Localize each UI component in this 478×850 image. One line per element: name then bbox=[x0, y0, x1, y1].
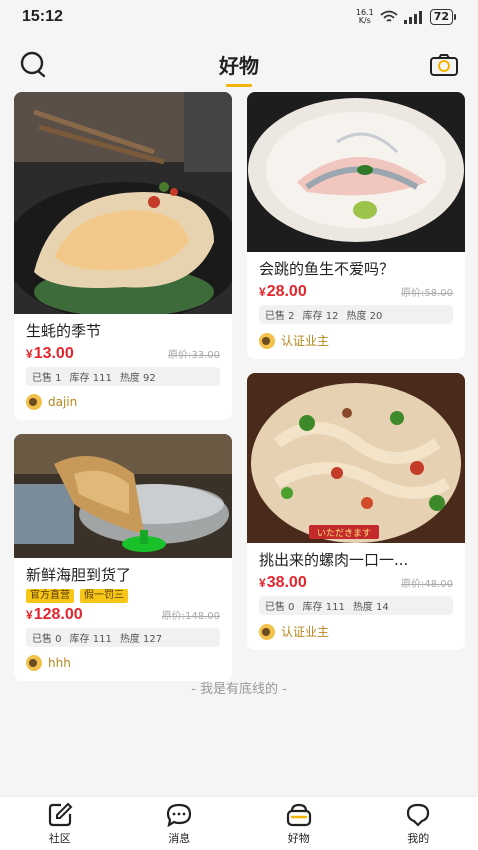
avatar bbox=[259, 623, 275, 640]
author[interactable]: 认证业主 bbox=[259, 332, 453, 349]
nav-label: 社区 bbox=[48, 831, 71, 845]
image-caption: いただきます bbox=[317, 528, 371, 539]
nav-community[interactable]: 社区 bbox=[20, 802, 100, 846]
nav-label: 消息 bbox=[168, 831, 191, 845]
product-stats: 已售 1 库存 111 热度 92 bbox=[26, 367, 220, 386]
product-title: 挑出来的螺肉一口一... bbox=[259, 551, 409, 569]
status-indicators: 16.1 K/s 72 bbox=[356, 9, 456, 25]
tag-official: 官方直营 bbox=[26, 589, 74, 603]
sold-count: 已售 0 bbox=[265, 602, 295, 613]
product-price: ¥28.00 bbox=[259, 283, 307, 300]
product-stats: 已售 2 库存 12 热度 20 bbox=[259, 305, 453, 324]
battery-icon: 72 bbox=[429, 9, 456, 25]
signal-icon bbox=[403, 10, 422, 24]
product-tags: 官方直营 假一罚三 bbox=[26, 589, 220, 603]
net-speed-unit: K/s bbox=[358, 16, 371, 25]
net-speed: 16.1 K/s bbox=[356, 9, 374, 25]
edit-icon bbox=[48, 802, 73, 826]
nav-messages[interactable]: 消息 bbox=[139, 802, 219, 846]
wifi-icon bbox=[380, 10, 398, 22]
original-price: 原价:148.00 bbox=[161, 611, 220, 622]
stock-count: 库存 12 bbox=[302, 311, 339, 322]
end-of-list-text: - 我是有底线的 - bbox=[191, 682, 287, 697]
stock-count: 库存 111 bbox=[69, 373, 112, 384]
basket-icon bbox=[286, 803, 311, 826]
author-name: hhh bbox=[48, 656, 71, 670]
product-price: ¥13.00 bbox=[26, 345, 74, 362]
product-price: ¥128.00 bbox=[26, 606, 83, 623]
author-name: 认证业主 bbox=[281, 334, 330, 348]
feed-column-right: 会跳的鱼生不爱吗？ ¥28.00 原价:58.00 已售 2 库存 12 热度 … bbox=[247, 92, 465, 664]
product-card[interactable]: 新鲜海胆到货了 官方直营 假一罚三 ¥128.00 原价:148.00 已售 0… bbox=[14, 434, 232, 681]
product-stats: 已售 0 库存 111 热度 14 bbox=[259, 596, 453, 615]
product-image-sashimi bbox=[247, 92, 465, 252]
product-title: 会跳的鱼生不爱吗？ bbox=[259, 260, 395, 278]
message-icon bbox=[167, 803, 192, 827]
status-bar: 15:12 16.1 K/s 72 bbox=[0, 0, 478, 34]
original-price: 原价:58.00 bbox=[401, 288, 453, 299]
product-card[interactable]: 会跳的鱼生不爱吗？ ¥28.00 原价:58.00 已售 2 库存 12 热度 … bbox=[247, 92, 465, 359]
nav-goods[interactable]: 好物 bbox=[259, 802, 339, 846]
product-image-sea-urchin bbox=[14, 434, 232, 558]
sold-count: 已售 0 bbox=[32, 634, 62, 645]
page-title: 好物 bbox=[219, 50, 259, 79]
avatar bbox=[26, 655, 42, 671]
author[interactable]: dajin bbox=[26, 394, 220, 410]
heat-count: 热度 20 bbox=[346, 311, 383, 322]
product-card[interactable]: いただきます 挑出来的螺肉一口一... ¥38.00 原价:48.00 已售 0… bbox=[247, 373, 465, 650]
nav-label: 我的 bbox=[407, 831, 430, 845]
nav-profile[interactable]: 我的 bbox=[378, 802, 458, 846]
bottom-nav: 社区 消息 好物 我的 bbox=[0, 796, 478, 850]
original-price: 原价:48.00 bbox=[401, 579, 453, 590]
author[interactable]: hhh bbox=[26, 655, 220, 671]
product-image-oyster bbox=[14, 92, 232, 314]
header: 好物 bbox=[0, 40, 478, 88]
avatar bbox=[259, 332, 275, 349]
battery-level: 72 bbox=[429, 9, 453, 25]
product-stats: 已售 0 库存 111 热度 127 bbox=[26, 628, 220, 647]
search-icon[interactable] bbox=[18, 50, 48, 80]
product-title: 新鲜海胆到货了 bbox=[26, 566, 132, 584]
stock-count: 库存 111 bbox=[69, 634, 112, 645]
nav-label: 好物 bbox=[287, 831, 310, 845]
product-card[interactable]: 生蚝的季节 ¥13.00 原价:33.00 已售 1 库存 111 热度 92 … bbox=[14, 92, 232, 420]
product-feed: 生蚝的季节 ¥13.00 原价:33.00 已售 1 库存 111 热度 92 … bbox=[14, 92, 466, 681]
camera-icon[interactable] bbox=[428, 50, 460, 80]
heat-count: 热度 92 bbox=[119, 373, 156, 384]
heat-count: 热度 14 bbox=[352, 602, 389, 613]
heat-count: 热度 127 bbox=[119, 634, 163, 645]
author-name: dajin bbox=[48, 395, 78, 409]
avatar bbox=[26, 394, 42, 410]
sold-count: 已售 1 bbox=[32, 373, 62, 384]
sold-count: 已售 2 bbox=[265, 311, 295, 322]
product-title: 生蚝的季节 bbox=[26, 322, 102, 340]
feed-column-left: 生蚝的季节 ¥13.00 原价:33.00 已售 1 库存 111 热度 92 … bbox=[14, 92, 232, 695]
product-image-snail-meat: いただきます bbox=[247, 373, 465, 543]
tag-guarantee: 假一罚三 bbox=[80, 589, 128, 603]
status-time: 15:12 bbox=[22, 8, 63, 25]
author[interactable]: 认证业主 bbox=[259, 623, 453, 640]
profile-icon bbox=[407, 803, 430, 827]
original-price: 原价:33.00 bbox=[168, 350, 220, 361]
author-name: 认证业主 bbox=[281, 625, 330, 639]
stock-count: 库存 111 bbox=[302, 602, 345, 613]
product-price: ¥38.00 bbox=[259, 574, 307, 591]
